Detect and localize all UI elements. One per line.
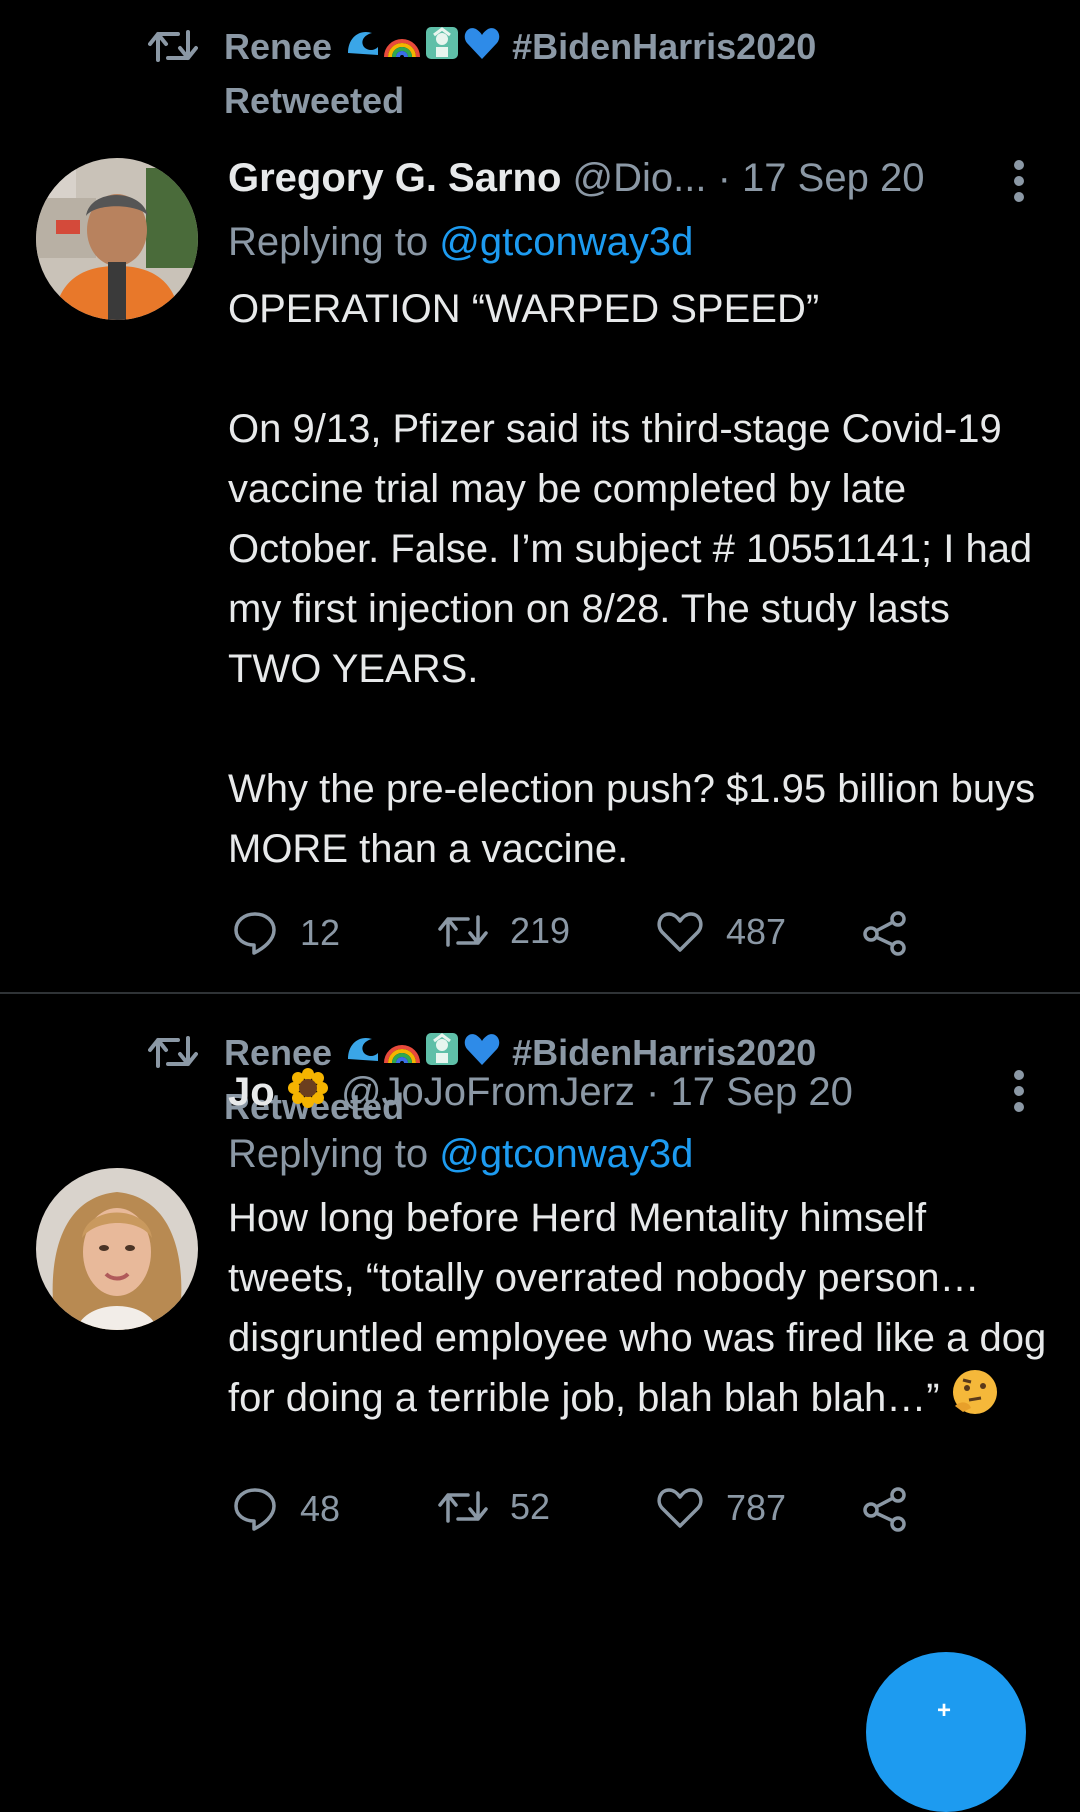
more-icon[interactable] bbox=[1014, 1070, 1026, 1118]
reply-button[interactable]: 12 bbox=[232, 910, 340, 956]
replying-to-link[interactable]: @gtconway3d bbox=[439, 220, 693, 264]
author-handle-date[interactable]: @Dio... · 17 Sep 20 bbox=[573, 156, 925, 200]
retweet-icon bbox=[438, 915, 488, 947]
author-name[interactable]: Gregory G. Sarno bbox=[228, 156, 561, 200]
reply-button[interactable]: 48 bbox=[232, 1486, 340, 1532]
share-button[interactable] bbox=[862, 910, 930, 956]
share-button[interactable] bbox=[862, 1486, 930, 1532]
thinking-face-emoji bbox=[951, 1368, 999, 1433]
reply-icon bbox=[234, 1488, 276, 1531]
blue-heart-emoji bbox=[462, 23, 502, 76]
retweet-icon bbox=[438, 1491, 488, 1523]
like-count: 487 bbox=[726, 911, 787, 952]
retweet-count: 52 bbox=[510, 1486, 551, 1527]
statue-of-liberty-emoji bbox=[422, 23, 462, 76]
retweet-count: 219 bbox=[510, 910, 571, 951]
retweeter-hashtag[interactable]: #BidenHarris2020 bbox=[512, 26, 816, 67]
share-icon bbox=[863, 911, 906, 956]
compose-icon: + bbox=[937, 1697, 952, 1724]
retweeted-label: Retweeted bbox=[224, 79, 405, 121]
more-icon[interactable] bbox=[1014, 160, 1026, 208]
compose-button[interactable] bbox=[866, 1652, 1026, 1812]
reply-icon bbox=[234, 912, 276, 955]
tweet-divider bbox=[0, 992, 1080, 994]
replying-to-link[interactable]: @gtconway3d bbox=[439, 1132, 693, 1176]
replying-label: Replying to bbox=[228, 220, 429, 264]
tweet-1[interactable]: Renee #BidenHarris2020 Retweeted Gregory… bbox=[0, 0, 1080, 1000]
like-icon bbox=[657, 1488, 703, 1528]
author-name[interactable]: Jo bbox=[228, 1070, 275, 1114]
tweet-actions: 12 219 487 bbox=[232, 910, 932, 960]
wave-emoji bbox=[342, 23, 382, 76]
avatar-jo[interactable] bbox=[36, 1168, 198, 1330]
sunflower-emoji bbox=[286, 1066, 330, 1123]
reply-count: 48 bbox=[300, 1488, 341, 1529]
tweet-text-content: How long before Herd Mentality himself t… bbox=[228, 1196, 1058, 1421]
replying-to: Replying to @gtconway3d bbox=[228, 1128, 693, 1180]
tweet-header: Gregory G. Sarno @Dio... · 17 Sep 20 bbox=[228, 152, 1028, 204]
like-icon bbox=[657, 912, 703, 952]
tweet-header: Jo @JoJoFromJerz · 17 Sep 20 bbox=[228, 1066, 1028, 1123]
retweet-button[interactable]: 52 bbox=[438, 1486, 550, 1528]
retweet-icon bbox=[148, 1036, 198, 1068]
tweet-actions: 48 52 787 bbox=[232, 1486, 932, 1536]
replying-to: Replying to @gtconway3d bbox=[228, 216, 693, 268]
tweet-2[interactable]: Renee #BidenHarris2020 Retweeted Jo @JoJ… bbox=[0, 1000, 1080, 1714]
tweet-text: How long before Herd Mentality himself t… bbox=[228, 1188, 1048, 1433]
retweet-button[interactable]: 219 bbox=[438, 910, 570, 952]
replying-label: Replying to bbox=[228, 1132, 429, 1176]
author-handle-date[interactable]: @JoJoFromJerz · 17 Sep 20 bbox=[341, 1070, 853, 1114]
like-button[interactable]: 787 bbox=[656, 1486, 786, 1530]
retweeter-name[interactable]: Renee bbox=[224, 26, 332, 67]
rainbow-emoji bbox=[382, 23, 422, 76]
retweet-context[interactable]: Renee #BidenHarris2020 Retweeted bbox=[148, 22, 816, 126]
retweet-icon bbox=[148, 30, 198, 62]
share-icon bbox=[863, 1487, 906, 1532]
avatar-gregory[interactable] bbox=[36, 158, 198, 320]
like-count: 787 bbox=[726, 1487, 787, 1528]
tweet-text: OPERATION “WARPED SPEED” On 9/13, Pfizer… bbox=[228, 287, 1036, 871]
reply-count: 12 bbox=[300, 912, 341, 953]
like-button[interactable]: 487 bbox=[656, 910, 786, 954]
